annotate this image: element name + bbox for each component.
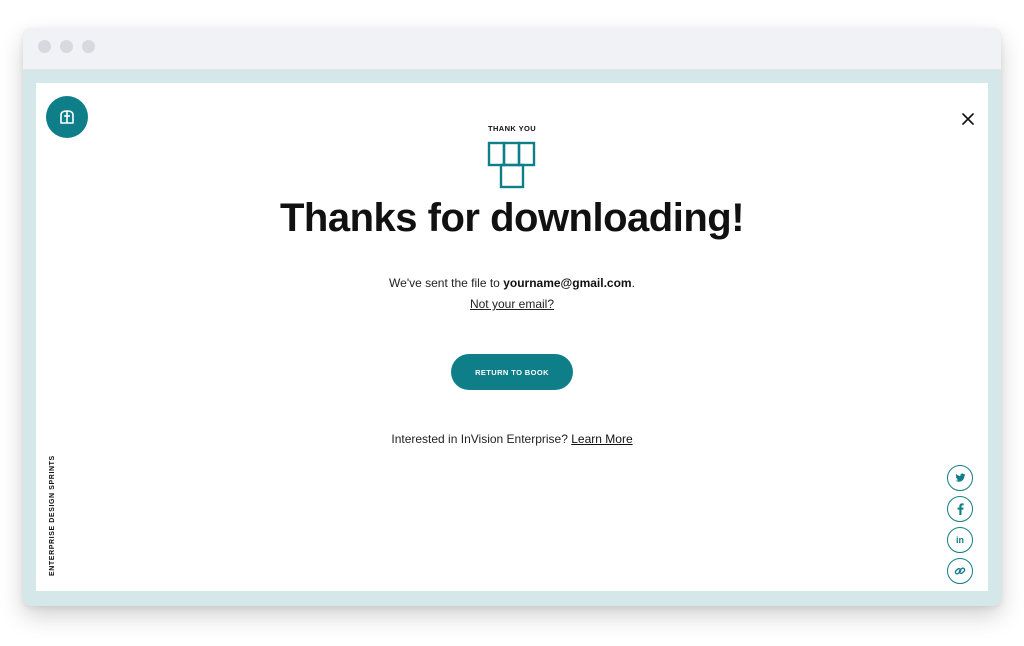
enterprise-text: Interested in InVision Enterprise? [391, 432, 572, 446]
twitter-share-button[interactable] [947, 465, 973, 491]
learn-more-link[interactable]: Learn More [571, 432, 632, 446]
facebook-share-button[interactable] [947, 496, 973, 522]
copy-link-button[interactable] [947, 558, 973, 584]
sent-suffix: . [631, 276, 635, 290]
page-title: Thanks for downloading! [279, 196, 745, 240]
side-label: ENTERPRISE DESIGN SPRINTS [49, 455, 56, 576]
linkedin-icon: in [956, 535, 964, 545]
t-blocks-icon [487, 141, 536, 189]
sent-prefix: We've sent the file to [389, 276, 504, 290]
enterprise-message: Interested in InVision Enterprise? Learn… [36, 432, 988, 446]
thank-you-page: ENTERPRISE DESIGN SPRINTS THANK YOU Than… [36, 83, 988, 591]
browser-titlebar [23, 28, 1001, 70]
email-address: yourname@gmail.com [503, 276, 632, 290]
sent-message: We've sent the file to yourname@gmail.co… [36, 276, 988, 290]
eyebrow-label: THANK YOU [487, 124, 537, 133]
facebook-icon [957, 503, 964, 515]
return-to-book-button[interactable]: RETURN TO BOOK [451, 354, 573, 390]
not-email-row: Not your email? [36, 297, 988, 311]
twitter-icon [954, 473, 966, 482]
window-maximize-dot[interactable] [82, 40, 95, 53]
browser-window: ENTERPRISE DESIGN SPRINTS THANK YOU Than… [23, 28, 1001, 606]
window-minimize-dot[interactable] [60, 40, 73, 53]
window-close-dot[interactable] [38, 40, 51, 53]
not-your-email-link[interactable]: Not your email? [470, 297, 554, 311]
linkedin-share-button[interactable]: in [947, 527, 973, 553]
link-icon [954, 567, 966, 575]
